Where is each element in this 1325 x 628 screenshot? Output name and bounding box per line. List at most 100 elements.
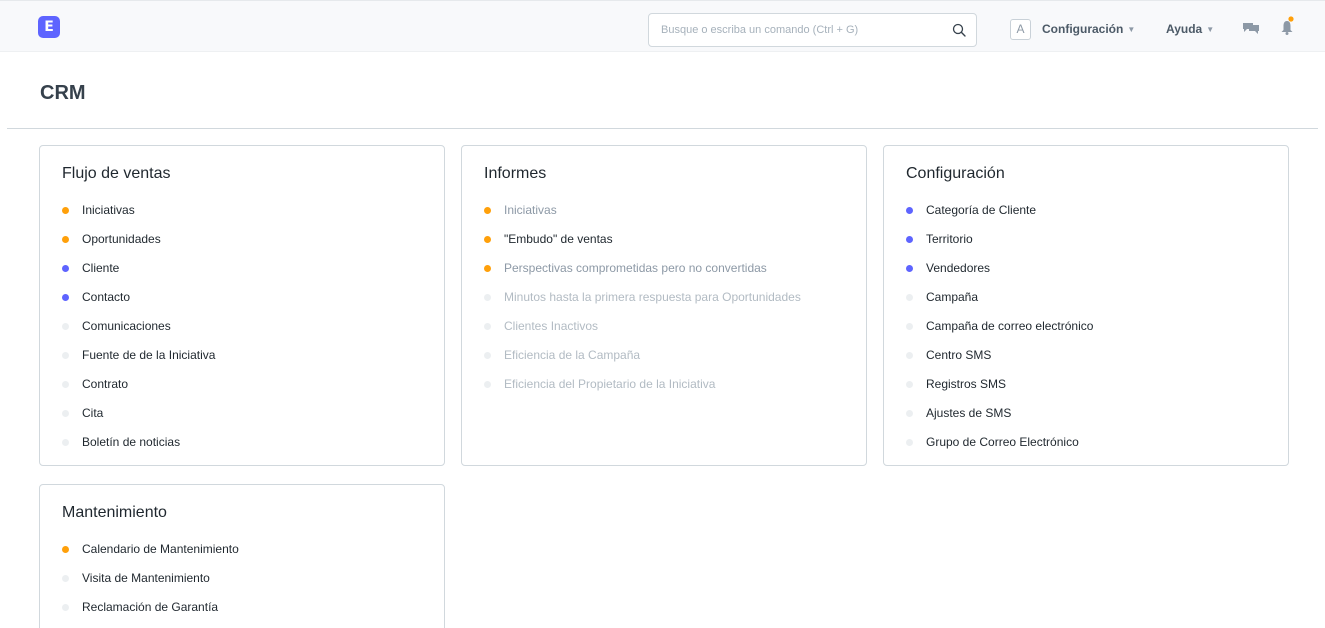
link-item[interactable]: Boletín de noticias: [62, 436, 215, 465]
link-label[interactable]: Vendedores: [926, 262, 990, 275]
status-dot-icon: [906, 381, 913, 388]
link-label[interactable]: Boletín de noticias: [82, 436, 180, 449]
link-item[interactable]: Contrato: [62, 378, 215, 407]
link-item[interactable]: Registros SMS: [906, 378, 1093, 407]
link-item[interactable]: "Embudo" de ventas: [484, 233, 801, 262]
link-item[interactable]: Iniciativas: [62, 204, 215, 233]
link-item[interactable]: Perspectivas comprometidas pero no conve…: [484, 262, 801, 291]
link-label[interactable]: Fuente de de la Iniciativa: [82, 349, 215, 362]
link-item[interactable]: Territorio: [906, 233, 1093, 262]
status-dot-icon: [62, 207, 69, 214]
status-dot-icon: [484, 294, 491, 301]
page-divider: [7, 128, 1318, 129]
settings-dropdown[interactable]: Configuración ▼: [1042, 22, 1135, 36]
card-informes: Informes Iniciativas "Embudo" de ventas Pe…: [461, 145, 867, 466]
link-list: Calendario de Mantenimiento Visita de Man…: [62, 543, 239, 628]
link-item[interactable]: Reclamación de Garantía: [62, 601, 239, 628]
status-dot-icon: [906, 207, 913, 214]
link-label[interactable]: Minutos hasta la primera respuesta para …: [504, 291, 801, 304]
status-dot-icon: [906, 439, 913, 446]
link-item[interactable]: Centro SMS: [906, 349, 1093, 378]
status-dot-icon: [484, 236, 491, 243]
link-item[interactable]: Minutos hasta la primera respuesta para …: [484, 291, 801, 320]
chat-icon[interactable]: [1242, 20, 1260, 36]
link-label[interactable]: Grupo de Correo Electrónico: [926, 436, 1079, 449]
status-dot-icon: [62, 236, 69, 243]
link-item[interactable]: Categoría de Cliente: [906, 204, 1093, 233]
link-item[interactable]: Clientes Inactivos: [484, 320, 801, 349]
bell-icon[interactable]: [1280, 16, 1294, 36]
link-label[interactable]: Comunicaciones: [82, 320, 171, 333]
link-label[interactable]: Eficiencia de la Campaña: [504, 349, 640, 362]
search-box[interactable]: [648, 13, 977, 47]
link-item[interactable]: Eficiencia de la Campaña: [484, 349, 801, 378]
status-dot-icon: [62, 410, 69, 417]
status-dot-icon: [484, 352, 491, 359]
link-item[interactable]: Contacto: [62, 291, 215, 320]
link-label[interactable]: Categoría de Cliente: [926, 204, 1036, 217]
navbar: E A Configuración▼ Ayuda▼: [0, 0, 1325, 52]
link-label[interactable]: Centro SMS: [926, 349, 991, 362]
link-label[interactable]: Campaña: [926, 291, 978, 304]
settings-dropdown-label: Configuración: [1042, 22, 1124, 36]
link-item[interactable]: Campaña de correo electrónico: [906, 320, 1093, 349]
link-label[interactable]: Visita de Mantenimiento: [82, 572, 210, 585]
link-label[interactable]: Eficiencia del Propietario de la Iniciat…: [504, 378, 715, 391]
link-list: Iniciativas Oportunidades Cliente Contacto C…: [62, 204, 215, 465]
link-item[interactable]: Vendedores: [906, 262, 1093, 291]
link-label[interactable]: Cliente: [82, 262, 119, 275]
status-dot-icon: [484, 207, 491, 214]
status-dot-icon: [62, 439, 69, 446]
link-label[interactable]: Campaña de correo electrónico: [926, 320, 1093, 333]
link-list: Categoría de Cliente Territorio Vendedores…: [906, 204, 1093, 465]
status-dot-icon: [906, 265, 913, 272]
link-label[interactable]: "Embudo" de ventas: [504, 233, 613, 246]
link-item[interactable]: Fuente de de la Iniciativa: [62, 349, 215, 378]
link-label[interactable]: Perspectivas comprometidas pero no conve…: [504, 262, 767, 275]
link-label[interactable]: Territorio: [926, 233, 973, 246]
card-title: Flujo de ventas: [62, 165, 171, 182]
card-configuracion: Configuración Categoría de Cliente Territ…: [883, 145, 1289, 466]
link-item[interactable]: Cliente: [62, 262, 215, 291]
caret-down-icon: ▼: [1206, 25, 1215, 34]
link-item[interactable]: Ajustes de SMS: [906, 407, 1093, 436]
status-dot-icon: [62, 381, 69, 388]
link-item[interactable]: Oportunidades: [62, 233, 215, 262]
status-dot-icon: [906, 323, 913, 330]
card-title: Configuración: [906, 165, 1005, 182]
status-dot-icon: [906, 352, 913, 359]
link-item[interactable]: Cita: [62, 407, 215, 436]
link-label[interactable]: Registros SMS: [926, 378, 1006, 391]
link-item[interactable]: Campaña: [906, 291, 1093, 320]
card-title: Informes: [484, 165, 547, 182]
help-dropdown-label: Ayuda: [1166, 22, 1203, 36]
status-dot-icon: [906, 410, 913, 417]
status-dot-icon: [62, 265, 69, 272]
search-input[interactable]: [661, 14, 941, 46]
search-icon[interactable]: [952, 23, 966, 37]
page-title: CRM: [40, 82, 86, 104]
user-avatar[interactable]: A: [1010, 19, 1031, 40]
link-label[interactable]: Iniciativas: [504, 204, 557, 217]
link-list: Iniciativas "Embudo" de ventas Perspectiva…: [484, 204, 801, 407]
status-dot-icon: [62, 294, 69, 301]
link-item[interactable]: Eficiencia del Propietario de la Iniciat…: [484, 378, 801, 407]
link-label[interactable]: Reclamación de Garantía: [82, 601, 218, 614]
link-item[interactable]: Grupo de Correo Electrónico: [906, 436, 1093, 465]
link-item[interactable]: Comunicaciones: [62, 320, 215, 349]
link-item[interactable]: Visita de Mantenimiento: [62, 572, 239, 601]
link-label[interactable]: Oportunidades: [82, 233, 161, 246]
status-dot-icon: [906, 236, 913, 243]
link-label[interactable]: Cita: [82, 407, 103, 420]
link-label[interactable]: Iniciativas: [82, 204, 135, 217]
link-label[interactable]: Contacto: [82, 291, 130, 304]
link-label[interactable]: Calendario de Mantenimiento: [82, 543, 239, 556]
app-logo[interactable]: E: [38, 16, 60, 38]
link-label[interactable]: Contrato: [82, 378, 128, 391]
link-label[interactable]: Ajustes de SMS: [926, 407, 1011, 420]
link-item[interactable]: Iniciativas: [484, 204, 801, 233]
help-dropdown[interactable]: Ayuda ▼: [1166, 22, 1214, 36]
link-item[interactable]: Calendario de Mantenimiento: [62, 543, 239, 572]
link-label[interactable]: Clientes Inactivos: [504, 320, 598, 333]
card-title: Mantenimiento: [62, 504, 167, 521]
